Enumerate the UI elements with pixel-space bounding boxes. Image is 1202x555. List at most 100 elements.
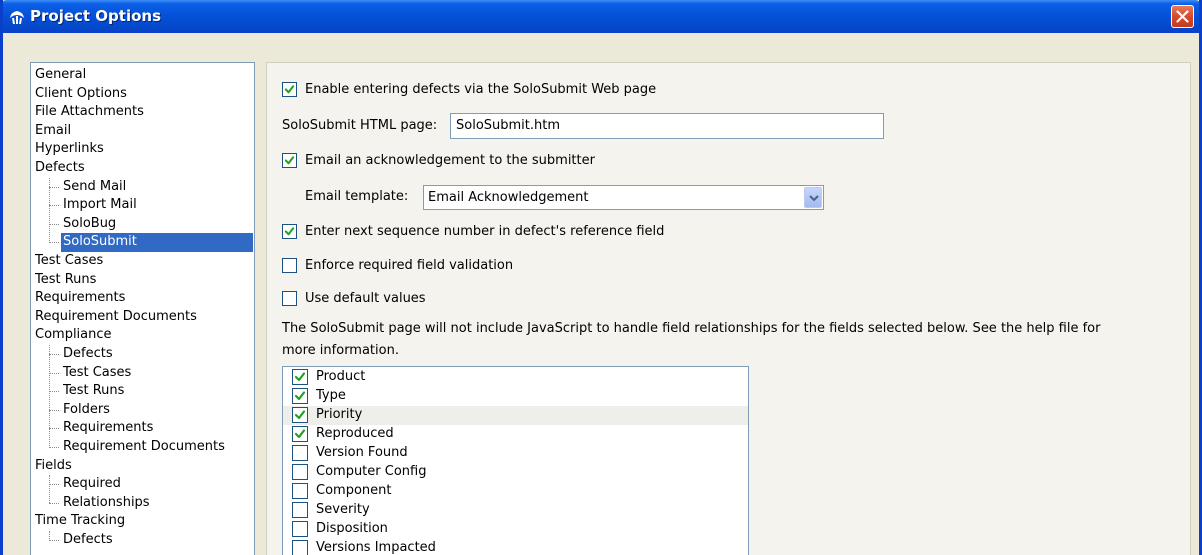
project-options-dialog: Project Options General Client Options Fil… xyxy=(0,0,1202,555)
enable-solosubmit-checkbox[interactable] xyxy=(282,82,297,97)
field-label: Disposition xyxy=(316,521,388,536)
field-label: Computer Config xyxy=(316,464,427,479)
tree-item-required[interactable]: Required xyxy=(63,475,121,494)
checkmark-icon xyxy=(294,391,306,401)
tree-item-requirement-documents[interactable]: Requirement Documents xyxy=(35,308,197,327)
tree-item-requirement-documents[interactable]: Requirement Documents xyxy=(63,438,225,457)
tree-connector-line xyxy=(49,447,59,448)
field-checkbox[interactable] xyxy=(292,369,308,385)
window-title: Project Options xyxy=(30,7,162,25)
tree-item-test-runs[interactable]: Test Runs xyxy=(35,271,96,290)
tree-connector-line xyxy=(49,475,50,504)
tree-item-solobug[interactable]: SoloBug xyxy=(63,215,116,234)
field-label: Component xyxy=(316,483,392,498)
tree-item-general[interactable]: General xyxy=(35,66,86,85)
close-button[interactable] xyxy=(1171,5,1194,28)
tree-item-import-mail[interactable]: Import Mail xyxy=(63,196,137,215)
checkmark-icon xyxy=(294,372,306,382)
tree-item-test-runs[interactable]: Test Runs xyxy=(63,382,124,401)
field-checkbox[interactable] xyxy=(292,521,308,537)
field-checkbox[interactable] xyxy=(292,445,308,461)
field-label: Reproduced xyxy=(316,426,394,441)
options-tree[interactable]: General Client Options File Attachments Ema… xyxy=(30,62,255,555)
list-item[interactable]: Component xyxy=(283,482,748,501)
required-validation-checkbox[interactable] xyxy=(282,258,297,273)
tree-item-test-cases[interactable]: Test Cases xyxy=(35,252,103,271)
tree-connector-line xyxy=(49,372,59,374)
tree-connector-line xyxy=(49,409,59,411)
field-relationship-list[interactable]: Product Type Priority Reproduced Version Fou… xyxy=(282,366,749,555)
app-logo-icon xyxy=(10,11,24,25)
email-template-select[interactable]: Email Acknowledgement xyxy=(423,185,824,210)
tree-item-send-mail[interactable]: Send Mail xyxy=(63,178,126,197)
list-item[interactable]: Type xyxy=(283,387,748,406)
tree-connector-line xyxy=(49,242,59,244)
field-label: Versions Impacted xyxy=(316,540,436,555)
tree-item-defects[interactable]: Defects xyxy=(63,345,113,364)
tree-item-time-tracking[interactable]: Time Tracking xyxy=(35,512,125,531)
tree-item-folders[interactable]: Folders xyxy=(63,401,110,420)
tree-item-requirements[interactable]: Requirements xyxy=(35,289,125,308)
tree-item-client-options[interactable]: Client Options xyxy=(35,85,127,104)
default-values-checkbox[interactable] xyxy=(282,291,297,306)
chevron-down-icon xyxy=(809,195,819,202)
field-label: Severity xyxy=(316,502,370,517)
list-item[interactable]: Disposition xyxy=(283,520,748,539)
sequence-number-checkbox[interactable] xyxy=(282,224,297,239)
email-template-label: Email template: xyxy=(305,189,409,204)
field-checkbox[interactable] xyxy=(292,388,308,404)
field-label: Product xyxy=(316,369,366,384)
list-item[interactable]: Computer Config xyxy=(283,463,748,482)
field-checkbox[interactable] xyxy=(292,464,308,480)
field-label: Version Found xyxy=(316,445,408,460)
sequence-number-label: Enter next sequence number in defect's r… xyxy=(305,224,665,239)
tree-item-solosubmit[interactable]: SoloSubmit xyxy=(61,233,253,252)
title-bar[interactable]: Project Options xyxy=(3,0,1199,33)
tree-connector-line xyxy=(49,205,59,207)
tree-connector-line xyxy=(49,391,59,393)
field-checkbox[interactable] xyxy=(292,426,308,442)
tree-connector-line xyxy=(49,502,59,504)
tree-connector-line xyxy=(49,354,59,355)
tree-item-defects[interactable]: Defects xyxy=(35,159,85,178)
tree-connector-line xyxy=(49,223,59,225)
tree-item-requirements[interactable]: Requirements xyxy=(63,419,153,438)
tree-item-defects[interactable]: Defects xyxy=(63,531,113,550)
tree-connector-line xyxy=(49,186,59,188)
tree-connector-line xyxy=(49,428,59,430)
list-item[interactable]: Version Found xyxy=(283,444,748,463)
checkmark-icon xyxy=(284,85,295,94)
tree-item-compliance[interactable]: Compliance xyxy=(35,326,112,345)
field-checkbox[interactable] xyxy=(292,502,308,518)
tree-item-relationships[interactable]: Relationships xyxy=(63,494,150,513)
field-label: Priority xyxy=(316,407,363,422)
required-validation-label: Enforce required field validation xyxy=(305,258,514,273)
checkmark-icon xyxy=(284,227,295,236)
field-checkbox[interactable] xyxy=(292,540,308,555)
info-text-line-2: more information. xyxy=(282,343,399,358)
list-item[interactable]: Versions Impacted xyxy=(283,539,748,555)
dropdown-button[interactable] xyxy=(804,187,822,208)
list-item[interactable]: Reproduced xyxy=(283,425,748,444)
tree-item-file-attachments[interactable]: File Attachments xyxy=(35,103,144,122)
tree-item-hyperlinks[interactable]: Hyperlinks xyxy=(35,140,104,159)
enable-solosubmit-label: Enable entering defects via the SoloSubm… xyxy=(305,82,657,97)
default-values-label: Use default values xyxy=(305,291,426,306)
list-item[interactable]: Product xyxy=(283,368,748,387)
list-item[interactable]: Severity xyxy=(283,501,748,520)
checkmark-icon xyxy=(284,156,295,165)
field-checkbox[interactable] xyxy=(292,407,308,423)
field-label: Type xyxy=(316,388,346,403)
html-page-input[interactable]: SoloSubmit.htm xyxy=(450,113,884,139)
email-ack-label: Email an acknowledgement to the submitte… xyxy=(305,153,595,168)
tree-item-test-cases[interactable]: Test Cases xyxy=(63,364,131,383)
tree-item-email[interactable]: Email xyxy=(35,122,71,141)
email-ack-checkbox[interactable] xyxy=(282,153,297,168)
field-checkbox[interactable] xyxy=(292,483,308,499)
tree-item-fields[interactable]: Fields xyxy=(35,457,72,476)
close-icon xyxy=(1176,10,1189,23)
list-item[interactable]: Priority xyxy=(283,406,748,425)
tree-connector-line xyxy=(49,345,50,448)
checkmark-icon xyxy=(294,410,306,420)
tree-connector-line xyxy=(49,484,59,486)
